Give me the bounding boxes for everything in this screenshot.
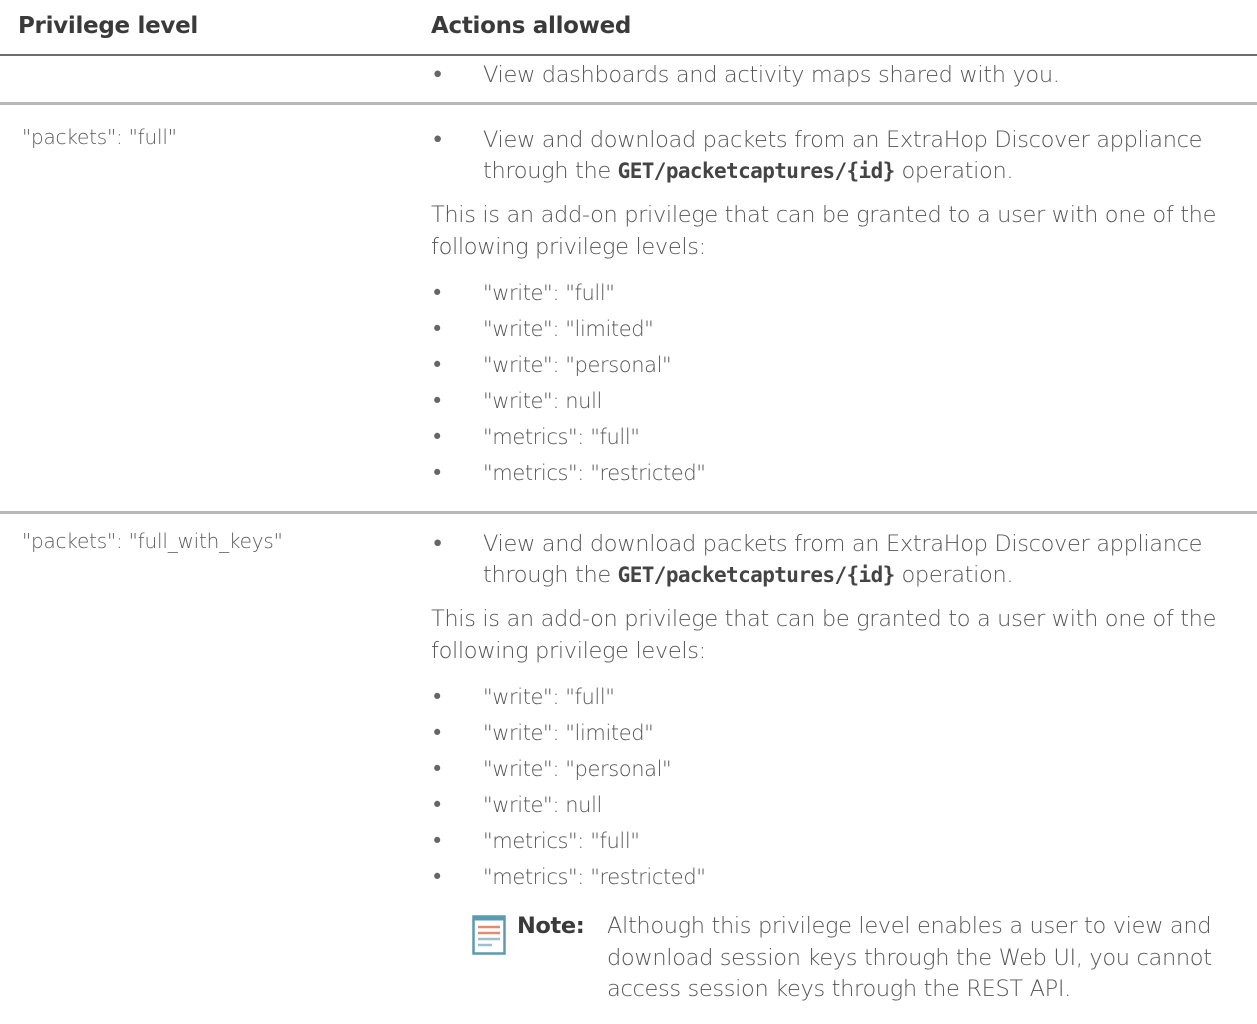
note-label: Note: xyxy=(517,913,585,939)
list-item: "write": null xyxy=(431,787,1257,823)
privilege-level-list: "write": "full" "write": "limited" "writ… xyxy=(431,275,1257,491)
table-row: View dashboards and activity maps shared… xyxy=(0,56,1257,105)
list-item: View dashboards and activity maps shared… xyxy=(431,60,1257,91)
actions-cell: View and download packets from an ExtraH… xyxy=(431,529,1257,1006)
bullet-text-suffix: operation. xyxy=(894,158,1014,184)
list-item: "metrics": "restricted" xyxy=(431,455,1257,491)
privilege-cell: "packets": "full_with_keys" xyxy=(22,529,283,553)
table-row: "packets": "full_with_keys" View and dow… xyxy=(0,514,1257,1024)
header-actions-allowed: Actions allowed xyxy=(431,13,632,39)
note-icon xyxy=(472,915,506,955)
actions-cell: View and download packets from an ExtraH… xyxy=(431,125,1257,491)
note-block: Note: Although this privilege level enab… xyxy=(431,911,1257,1006)
addon-description: This is an add-on privilege that can be … xyxy=(431,202,1217,260)
list-item: "write": "full" xyxy=(431,275,1257,311)
privilege-cell: "packets": "full" xyxy=(22,125,177,149)
list-item: "metrics": "full" xyxy=(431,823,1257,859)
api-operation-code: GET/packetcaptures/{id} xyxy=(617,159,896,183)
bullet-text-suffix: operation. xyxy=(894,562,1014,588)
list-item: "metrics": "restricted" xyxy=(431,859,1257,895)
list-item: "write": "personal" xyxy=(431,347,1257,383)
list-item: "write": "limited" xyxy=(431,311,1257,347)
privileges-table: Privilege level Actions allowed View das… xyxy=(0,0,1257,1024)
api-operation-code: GET/packetcaptures/{id} xyxy=(617,563,896,587)
actions-cell: View dashboards and activity maps shared… xyxy=(431,60,1257,91)
list-item: "write": "limited" xyxy=(431,715,1257,751)
list-item: "metrics": "full" xyxy=(431,419,1257,455)
privilege-level-list: "write": "full" "write": "limited" "writ… xyxy=(431,679,1257,895)
list-item: View and download packets from an ExtraH… xyxy=(431,529,1257,591)
table-header: Privilege level Actions allowed xyxy=(0,0,1257,56)
list-item: "write": null xyxy=(431,383,1257,419)
list-item: View and download packets from an ExtraH… xyxy=(431,125,1257,187)
list-item: "write": "personal" xyxy=(431,751,1257,787)
header-privilege-level: Privilege level xyxy=(18,13,198,39)
note-text: Although this privilege level enables a … xyxy=(607,913,1212,1002)
addon-description: This is an add-on privilege that can be … xyxy=(431,606,1217,664)
table-row: "packets": "full" View and download pack… xyxy=(0,105,1257,514)
list-item: "write": "full" xyxy=(431,679,1257,715)
